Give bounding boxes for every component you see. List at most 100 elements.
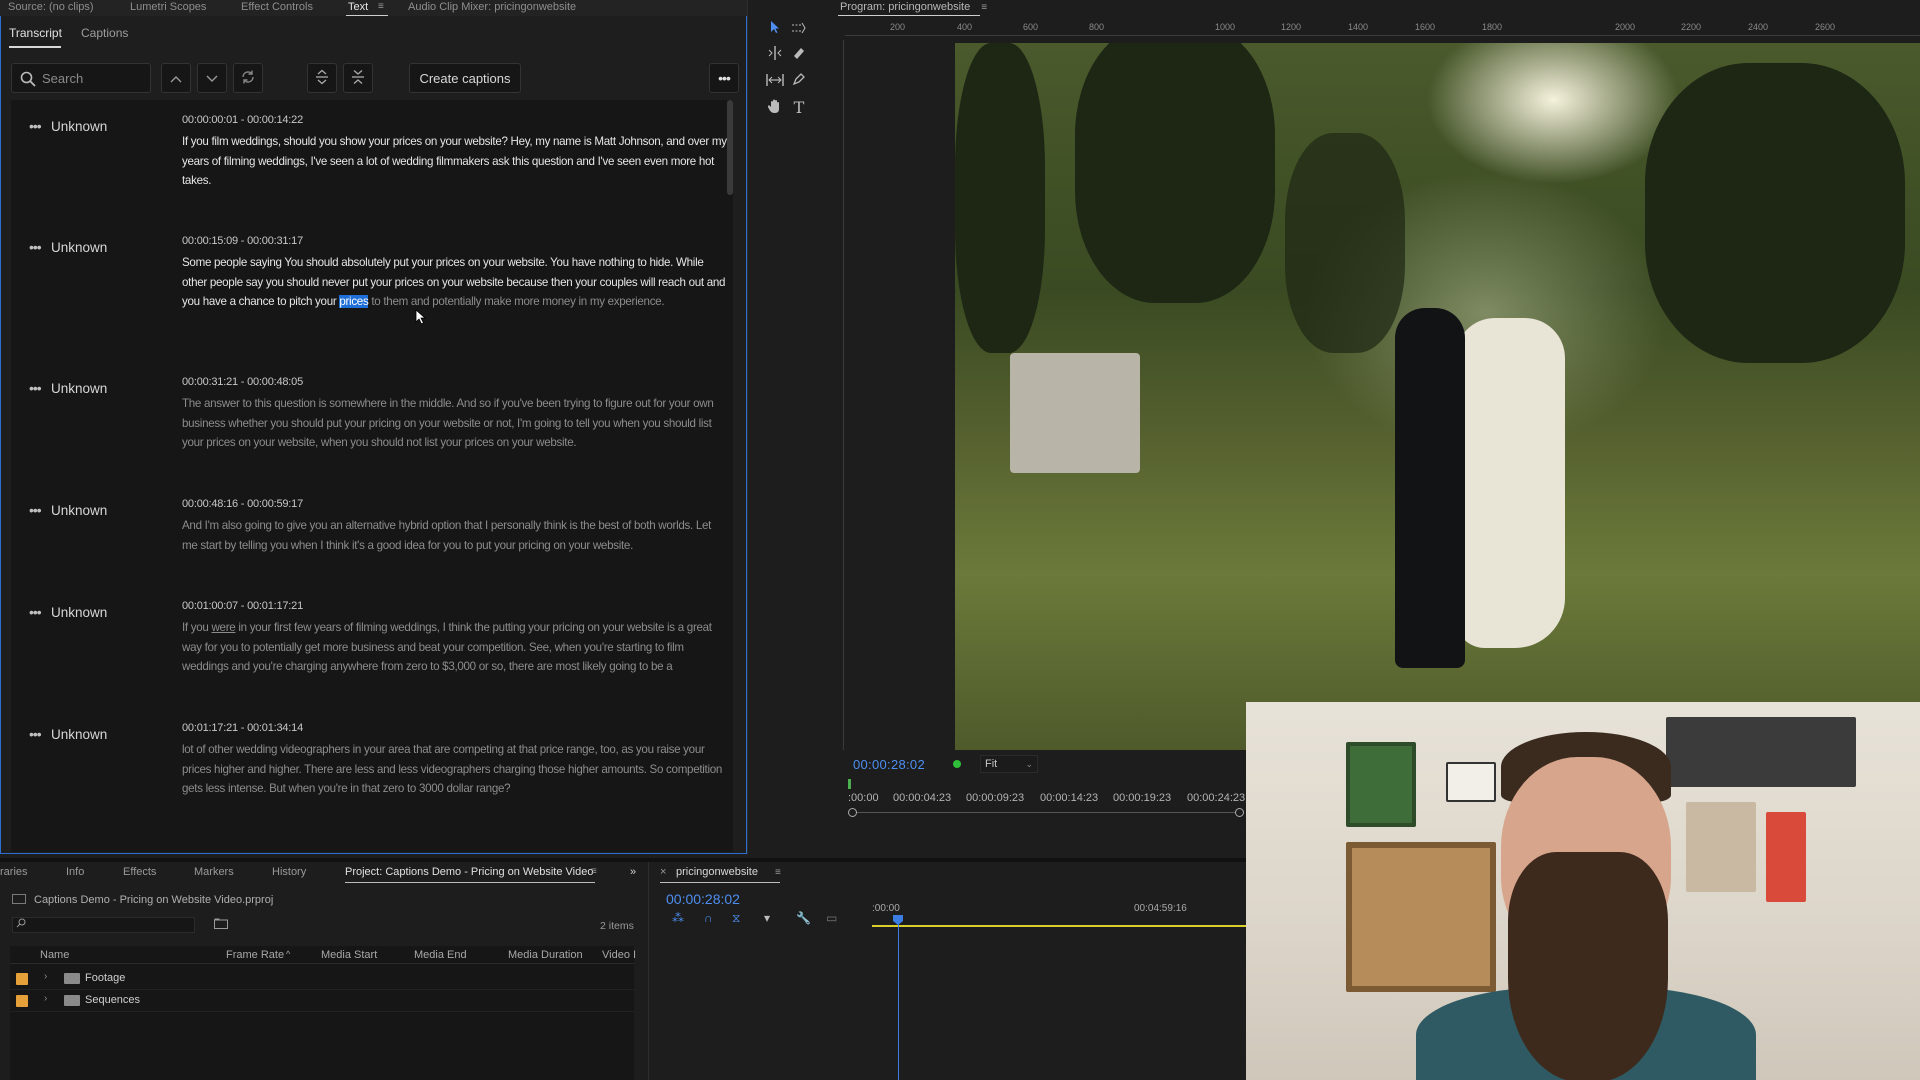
subtab-captions[interactable]: Captions <box>81 26 128 40</box>
project-item-name[interactable]: Footage <box>85 972 125 984</box>
insert-nest-icon[interactable]: ⁂ <box>672 911 684 925</box>
column-frame-rate[interactable]: Frame Rate <box>226 949 284 961</box>
tab-source[interactable]: Source: (no clips) <box>8 1 94 13</box>
expand-chevron-icon[interactable]: › <box>44 993 47 1004</box>
tab-project[interactable]: Project: Captions Demo - Pricing on Webs… <box>345 866 593 878</box>
linked-selection-icon[interactable]: ⧖ <box>732 911 740 926</box>
ripple-edit-tool-icon[interactable] <box>765 46 785 66</box>
overflow-tabs-icon[interactable]: » <box>630 866 636 878</box>
tab-text[interactable]: Text <box>348 1 368 13</box>
sequence-menu-icon[interactable]: ≡ <box>775 867 781 878</box>
wrench-icon[interactable]: 🔧 <box>796 911 811 925</box>
column-video-info[interactable]: Video I <box>602 949 636 961</box>
wall-sign <box>1666 717 1856 787</box>
next-result-button[interactable] <box>197 63 227 93</box>
segment-text-before: If you <box>182 621 212 634</box>
speaker-label[interactable]: Unknown <box>51 119 107 134</box>
segment-text[interactable]: Some people saying You should absolutely… <box>182 253 728 312</box>
tab-history[interactable]: History <box>272 866 306 878</box>
replace-button[interactable] <box>233 63 263 93</box>
in-point-marker <box>848 779 851 789</box>
collapse-all-button[interactable] <box>343 63 373 93</box>
work-area-bar[interactable] <box>872 925 1248 927</box>
tab-audio-clip-mixer[interactable]: Audio Clip Mixer: pricingonwebsite <box>408 1 576 13</box>
label-color-swatch[interactable] <box>16 973 28 985</box>
tab-markers[interactable]: Markers <box>194 866 234 878</box>
speaker-label[interactable]: Unknown <box>51 605 107 620</box>
subtab-transcript[interactable]: Transcript <box>9 26 62 40</box>
horizontal-ruler: 200 400 600 800 1000 1200 1400 1600 1800… <box>845 22 1920 36</box>
create-captions-button[interactable]: Create captions <box>409 63 521 93</box>
program-monitor-title[interactable]: Program: pricingonwebsite ≡ <box>840 1 987 13</box>
column-name[interactable]: Name <box>40 949 69 961</box>
project-row[interactable]: › Sequences <box>10 990 634 1012</box>
zoom-fit-select[interactable]: Fit ⌄ <box>980 755 1038 773</box>
captions-icon[interactable]: ▭ <box>826 911 837 925</box>
selection-tool-icon[interactable] <box>765 20 785 40</box>
expand-chevron-icon[interactable]: › <box>44 971 47 982</box>
segment-menu-icon[interactable]: ••• <box>29 239 42 255</box>
tab-effects[interactable]: Effects <box>123 866 156 878</box>
project-item-name[interactable]: Sequences <box>85 994 140 1006</box>
tab-lumetri-scopes[interactable]: Lumetri Scopes <box>130 1 206 13</box>
close-sequence-icon[interactable]: × <box>660 866 666 878</box>
track-select-tool-icon[interactable] <box>789 20 809 40</box>
transcript-scrollbar[interactable] <box>727 100 733 195</box>
type-tool-icon[interactable]: T <box>789 98 809 118</box>
program-tab-underline <box>838 15 980 16</box>
project-row[interactable]: › Footage <box>10 968 634 990</box>
speaker-label[interactable]: Unknown <box>51 727 107 742</box>
tab-libraries[interactable]: raries <box>0 866 28 878</box>
zoom-handle-left[interactable] <box>848 808 857 817</box>
segment-text[interactable]: The answer to this question is somewhere… <box>182 394 728 453</box>
pen-tool-icon[interactable] <box>789 72 809 92</box>
previous-result-button[interactable] <box>161 63 191 93</box>
search-input[interactable]: Search <box>11 63 151 93</box>
segment-text[interactable]: And I'm also going to give you an altern… <box>182 516 728 555</box>
tab-effect-controls[interactable]: Effect Controls <box>241 1 313 13</box>
new-bin-icon[interactable] <box>214 918 228 932</box>
slip-tool-icon[interactable] <box>765 72 785 92</box>
hand-tool-icon[interactable] <box>765 98 785 118</box>
column-media-end[interactable]: Media End <box>414 949 467 961</box>
ruler-tick: 200 <box>890 22 906 32</box>
segment-text[interactable]: If you film weddings, should you show yo… <box>182 132 728 191</box>
sequence-tab[interactable]: pricingonwebsite ≡ <box>676 866 781 878</box>
zoom-scroll-bar[interactable] <box>852 812 1238 813</box>
zoom-handle-right[interactable] <box>1235 808 1244 817</box>
segment-text[interactable]: If you were in your first few years of f… <box>182 618 728 677</box>
segment-menu-icon[interactable]: ••• <box>29 502 42 518</box>
tab-text-menu-icon[interactable]: ≡ <box>378 1 384 12</box>
program-timecode[interactable]: 00:00:28:02 <box>853 757 925 772</box>
more-options-button[interactable]: ••• <box>709 63 739 93</box>
snap-magnet-icon[interactable]: ∩ <box>704 911 713 925</box>
tab-info[interactable]: Info <box>66 866 84 878</box>
project-search-input[interactable] <box>12 917 195 933</box>
column-media-duration[interactable]: Media Duration <box>508 949 583 961</box>
vertical-ruler <box>830 40 844 750</box>
segment-menu-icon[interactable]: ••• <box>29 118 42 134</box>
segment-menu-icon[interactable]: ••• <box>29 726 42 742</box>
label-color-swatch[interactable] <box>16 995 28 1007</box>
sequence-timecode[interactable]: 00:00:28:02 <box>666 891 740 907</box>
program-menu-icon[interactable]: ≡ <box>981 2 987 13</box>
expand-all-button[interactable] <box>307 63 337 93</box>
speaker-label[interactable]: Unknown <box>51 381 107 396</box>
playhead[interactable] <box>898 915 899 1080</box>
segment-timecode: 00:00:31:21 - 00:00:48:05 <box>182 376 303 388</box>
segment-menu-icon[interactable]: ••• <box>29 604 42 620</box>
speaker-label[interactable]: Unknown <box>51 240 107 255</box>
segment-text[interactable]: lot of other wedding videographers in yo… <box>182 740 728 799</box>
razor-tool-icon[interactable] <box>789 46 809 66</box>
underlined-word[interactable]: were <box>211 621 235 634</box>
selected-word[interactable]: prices <box>339 295 369 309</box>
sequence-tab-underline <box>660 882 780 883</box>
segment-menu-icon[interactable]: ••• <box>29 380 42 396</box>
add-marker-icon[interactable]: ▾ <box>764 911 770 925</box>
project-menu-icon[interactable]: ≡ <box>591 866 597 877</box>
program-video-frame[interactable] <box>955 43 1920 750</box>
speaker-label[interactable]: Unknown <box>51 503 107 518</box>
program-time-ruler[interactable]: :00:00 00:00:04:23 00:00:09:23 00:00:14:… <box>848 779 1248 825</box>
column-media-start[interactable]: Media Start <box>321 949 377 961</box>
sort-ascending-icon[interactable]: ^ <box>286 949 290 959</box>
